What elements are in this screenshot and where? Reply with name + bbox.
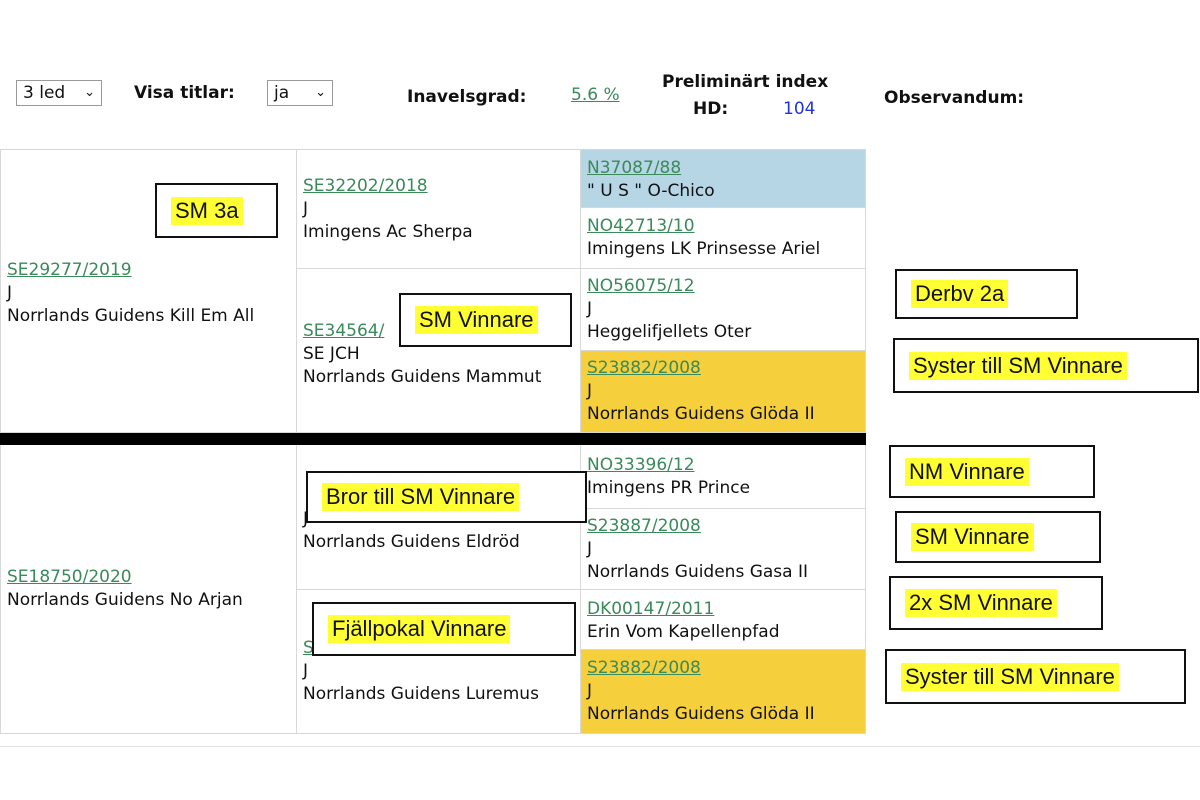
- dss-cell: NO33396/12 Imingens PR Prince: [581, 445, 866, 509]
- ddd-title: J: [587, 681, 593, 701]
- sss-name: " U S " O-Chico: [587, 181, 715, 201]
- dam-dam-name: Norrlands Guidens Luremus: [303, 684, 539, 704]
- annotation-sm3a: SM 3a: [155, 183, 278, 238]
- sire-reg-link[interactable]: SE29277/2019: [7, 259, 296, 282]
- dds-name: Erin Vom Kapellenpfad: [587, 622, 780, 642]
- sire-dam-name: Norrlands Guidens Mammut: [303, 367, 542, 387]
- sds-name: Heggelifjellets Oter: [587, 322, 752, 342]
- dsd-name: Norrlands Guidens Gasa II: [587, 562, 809, 582]
- annotation-fjallpokal-text: Fjällpokal Vinnare: [328, 615, 511, 643]
- annotation-sm-vinnare-2-text: SM Vinnare: [911, 523, 1034, 551]
- sdd-reg-link[interactable]: S23882/2008: [587, 357, 865, 380]
- annotation-derby-text: Derbv 2a: [911, 280, 1009, 308]
- dss-reg-link[interactable]: NO33396/12: [587, 454, 865, 477]
- sire-title: J: [7, 283, 13, 303]
- annotation-fjallpokal: Fjällpokal Vinnare: [312, 602, 576, 656]
- sire-sire-title: J: [303, 199, 309, 219]
- hd-value: 104: [783, 99, 816, 119]
- ddd-cell: S23882/2008 J Norrlands Guidens Glöda II: [581, 650, 866, 734]
- dam-sire-name: Norrlands Guidens Eldröd: [303, 532, 520, 552]
- annotation-syster-1: Syster till SM Vinnare: [893, 338, 1199, 393]
- dsd-title: J: [587, 539, 593, 559]
- generations-select-value: 3 led: [23, 83, 66, 103]
- annotation-2x-sm-text: 2x SM Vinnare: [905, 589, 1057, 617]
- ddd-reg-link[interactable]: S23882/2008: [587, 657, 865, 680]
- visa-titlar-select-value: ja: [274, 83, 290, 103]
- sdd-cell: S23882/2008 J Norrlands Guidens Glöda II: [581, 351, 866, 433]
- sire-sire-reg-link[interactable]: SE32202/2018: [303, 175, 580, 198]
- annotation-bror-text: Bror till SM Vinnare: [322, 483, 520, 511]
- annotation-sm3a-text: SM 3a: [171, 196, 243, 225]
- sdd-name: Norrlands Guidens Glöda II: [587, 404, 815, 424]
- bottom-rule: [0, 746, 1200, 747]
- annotation-nm-text: NM Vinnare: [905, 457, 1029, 486]
- annotation-sm-vinnare-1-text: SM Vinnare: [415, 306, 538, 334]
- annotation-syster-2-text: Syster till SM Vinnare: [901, 662, 1119, 691]
- dsd-reg-link[interactable]: S23887/2008: [587, 515, 865, 538]
- dds-cell: DK00147/2011 Erin Vom Kapellenpfad: [581, 590, 866, 650]
- toolbar: 3 led ⌄ Visa titlar: ja ⌄ Inavelsgrad: 5…: [0, 0, 1200, 140]
- sire-name: Norrlands Guidens Kill Em All: [7, 306, 255, 326]
- inavelsgrad-link[interactable]: 5.6 %: [571, 85, 620, 105]
- visa-titlar-select[interactable]: ja ⌄: [267, 80, 333, 106]
- dam-cell: SE18750/2020 Norrlands Guidens No Arjan: [0, 445, 297, 734]
- chevron-down-icon: ⌄: [84, 85, 95, 100]
- ddd-name: Norrlands Guidens Glöda II: [587, 704, 815, 724]
- visa-titlar-label: Visa titlar:: [134, 83, 235, 103]
- annotation-2x-sm: 2x SM Vinnare: [889, 576, 1103, 630]
- sdd-title: J: [587, 381, 593, 401]
- annotation-syster-2: Syster till SM Vinnare: [885, 649, 1186, 704]
- sire-sire-cell: SE32202/2018 J Imingens Ac Sherpa: [297, 149, 581, 269]
- dds-reg-link[interactable]: DK00147/2011: [587, 598, 865, 621]
- dss-name: Imingens PR Prince: [587, 478, 751, 498]
- ssd-reg-link[interactable]: NO42713/10: [587, 215, 865, 238]
- dam-reg-link[interactable]: SE18750/2020: [7, 566, 296, 589]
- annotation-derby: Derbv 2a: [895, 269, 1078, 319]
- sds-title: J: [587, 299, 593, 319]
- inavelsgrad-label: Inavelsgrad:: [407, 87, 527, 107]
- annotation-bror: Bror till SM Vinnare: [306, 471, 587, 523]
- dsd-cell: S23887/2008 J Norrlands Guidens Gasa II: [581, 509, 866, 590]
- annotation-sm-vinnare-2: SM Vinnare: [895, 511, 1101, 563]
- annotation-nm: NM Vinnare: [889, 445, 1095, 498]
- generations-select[interactable]: 3 led ⌄: [16, 80, 102, 106]
- ssd-cell: NO42713/10 Imingens LK Prinsesse Ariel: [581, 208, 866, 269]
- sire-sire-name: Imingens Ac Sherpa: [303, 222, 473, 242]
- sss-cell: N37087/88 " U S " O-Chico: [581, 149, 866, 208]
- preliminart-index-label: Preliminärt index: [662, 72, 829, 92]
- annotation-sm-vinnare-1: SM Vinnare: [399, 293, 572, 347]
- hd-label: HD:: [693, 99, 729, 119]
- sss-reg-link[interactable]: N37087/88: [587, 157, 865, 180]
- chevron-down-icon: ⌄: [315, 85, 326, 100]
- sds-reg-link[interactable]: NO56075/12: [587, 275, 865, 298]
- sire-dam-divider: [0, 433, 866, 445]
- dam-name: Norrlands Guidens No Arjan: [7, 590, 243, 610]
- ssd-name: Imingens LK Prinsesse Ariel: [587, 239, 821, 259]
- sds-cell: NO56075/12 J Heggelifjellets Oter: [581, 269, 866, 351]
- annotation-syster-1-text: Syster till SM Vinnare: [909, 351, 1127, 380]
- observandum-label: Observandum:: [884, 88, 1025, 108]
- dam-dam-title: J: [303, 661, 309, 681]
